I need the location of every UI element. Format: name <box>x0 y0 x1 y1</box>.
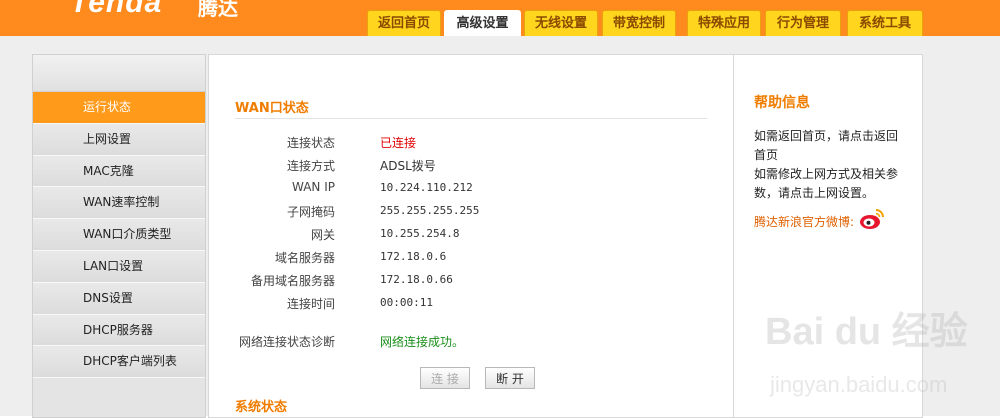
row-label-connection-status: 连接状态 <box>286 136 335 150</box>
row-value-gateway: 10.255.254.8 <box>380 227 460 240</box>
help-text: 如需返回首页，请点击返回首页 如需修改上网方式及相关参数，请点击上网设置。 <box>754 127 909 203</box>
section-divider <box>235 118 707 119</box>
row-value-wan-ip: 10.224.110.212 <box>380 181 473 194</box>
row-label-connection-time: 连接时间 <box>286 297 335 311</box>
help-title: 帮助信息 <box>754 95 810 111</box>
brand-logo-cn: 腾达 <box>198 0 238 20</box>
row-value-subnet-mask: 255.255.255.255 <box>380 204 480 217</box>
row-value-backup-dns: 172.18.0.66 <box>380 273 453 286</box>
row-value-dns-server: 172.18.0.6 <box>380 250 447 263</box>
row-value-diagnosis: 网络连接成功。 <box>380 335 465 349</box>
system-status-title: 系统状态 <box>235 400 288 415</box>
row-label-dns-server: 域名服务器 <box>274 251 335 265</box>
wan-status-title: WAN口状态 <box>235 101 309 116</box>
watermark-url: jingyan.baidu.com <box>770 372 948 397</box>
row-value-connection-type: ADSL拨号 <box>380 159 436 173</box>
connect-button[interactable]: 连 接 <box>420 367 470 389</box>
disconnect-button[interactable]: 断 开 <box>485 367 535 389</box>
weibo-icon[interactable] <box>858 207 886 231</box>
tab-home[interactable]: 返回首页 <box>367 10 441 36</box>
row-label-diagnosis: 网络连接状态诊断 <box>238 335 335 349</box>
help-text-line-2: 如需修改上网方式及相关参数，请点击上网设置。 <box>754 167 899 200</box>
row-value-connection-time: 00:00:11 <box>380 296 433 309</box>
row-label-backup-dns: 备用域名服务器 <box>250 274 335 288</box>
row-label-gateway: 网关 <box>310 228 335 242</box>
top-header-bar: Tenda 腾达 返回首页 高级设置 无线设置 带宽控制 特殊应用 行为管理 系… <box>0 0 1000 37</box>
row-value-connection-status: 已连接 <box>380 136 417 150</box>
tab-bandwidth-control[interactable]: 带宽控制 <box>602 10 676 36</box>
tab-advanced-settings[interactable]: 高级设置 <box>444 10 521 37</box>
watermark-logo: Bai du 经验 <box>765 311 968 353</box>
weibo-link[interactable]: 腾达新浪官方微博: <box>754 213 854 230</box>
row-label-connection-type: 连接方式 <box>286 159 335 173</box>
help-panel: 帮助信息 如需返回首页，请点击返回首页 如需修改上网方式及相关参数，请点击上网设… <box>733 54 923 418</box>
tab-behavior-management[interactable]: 行为管理 <box>765 10 841 36</box>
tab-wireless-settings[interactable]: 无线设置 <box>524 10 598 36</box>
row-label-subnet-mask: 子网掩码 <box>286 205 335 219</box>
tab-special-apps[interactable]: 特殊应用 <box>687 10 761 36</box>
main-content-panel: WAN口状态 连接状态 已连接 连接方式 ADSL拨号 WAN IP 10.22… <box>208 54 734 418</box>
brand-logo: Tenda <box>70 0 163 19</box>
sidebar-header <box>33 55 205 92</box>
tab-system-tools[interactable]: 系统工具 <box>847 10 923 36</box>
help-text-line-1: 如需返回首页，请点击返回首页 <box>754 129 899 162</box>
row-label-wan-ip: WAN IP <box>292 180 335 194</box>
sidebar-item-running-status[interactable]: 运行状态 <box>33 92 205 124</box>
sidebar-item-dhcp-clients[interactable]: DHCP客户端列表 <box>33 346 205 379</box>
